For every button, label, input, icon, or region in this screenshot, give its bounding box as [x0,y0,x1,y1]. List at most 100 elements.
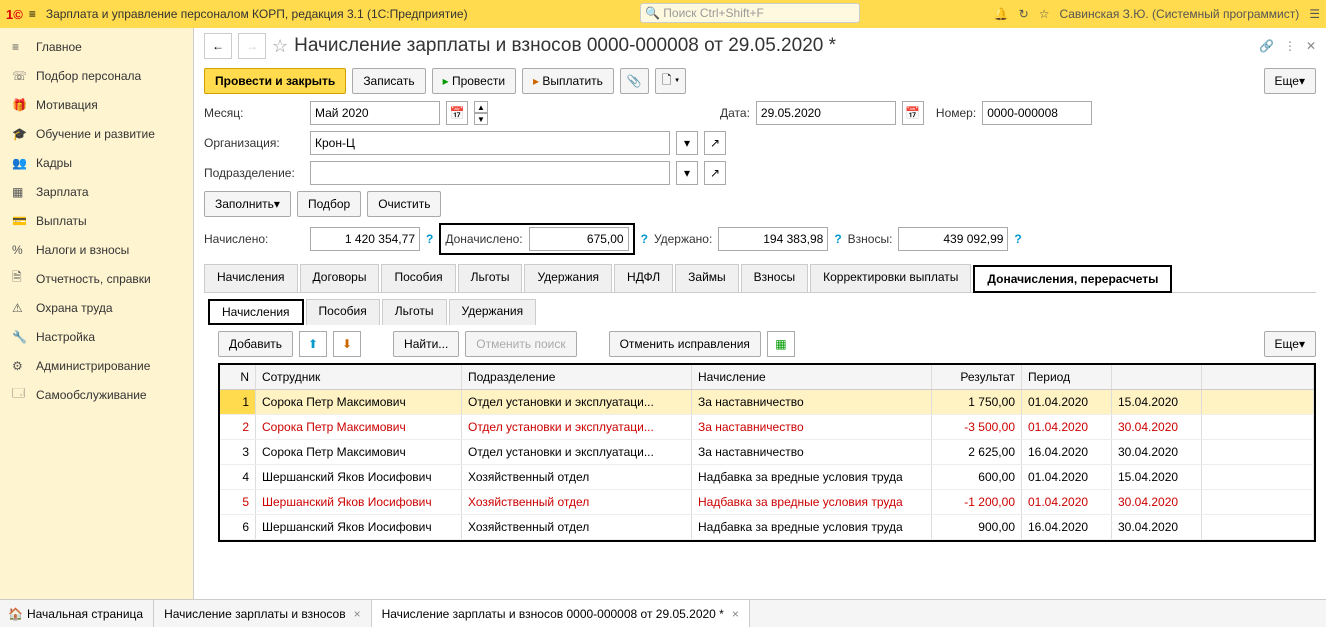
star-icon[interactable]: ☆ [1039,7,1050,21]
help-icon[interactable]: ? [834,232,841,246]
columns-button[interactable]: ▦ [767,331,795,357]
sidebar-item[interactable]: 👥Кадры [0,148,193,177]
tab[interactable]: НДФЛ [614,264,673,292]
pay-button[interactable]: ▸ Выплатить [522,68,614,94]
dep-open[interactable]: ↗ [704,161,726,185]
tab[interactable]: Пособия [381,264,455,292]
subtab[interactable]: Начисления [208,299,304,325]
menu-icon[interactable]: ≡ [29,7,36,21]
sidebar-item[interactable]: ▦Зарплата [0,177,193,206]
sidebar-item[interactable]: 🎁Мотивация [0,90,193,119]
close-icon[interactable]: × [732,607,739,621]
table-more-button[interactable]: Еще ▾ [1264,331,1316,357]
table-row[interactable]: 4Шершанский Яков ИосифовичХозяйственный … [220,465,1314,490]
month-down[interactable]: ▼ [474,113,488,125]
table-row[interactable]: 1Сорока Петр МаксимовичОтдел установки и… [220,390,1314,415]
post-button[interactable]: ▸ Провести [432,68,516,94]
date-calendar-icon[interactable]: 📅 [902,101,924,125]
tab[interactable]: Льготы [458,264,523,292]
add-row-button[interactable]: Добавить [218,331,293,357]
org-dropdown[interactable]: ▾ [676,131,698,155]
col-n[interactable]: N [220,365,256,389]
table-row[interactable]: 6Шершанский Яков ИосифовичХозяйственный … [220,515,1314,540]
extra-value [529,227,629,251]
attach-button[interactable]: 📎 [620,68,649,94]
dep-field[interactable] [310,161,670,185]
sidebar-item[interactable]: %Налоги и взносы [0,235,193,264]
tab[interactable]: Начисления [204,264,298,292]
sidebar-label: Кадры [36,156,72,170]
bottom-tab[interactable]: Начисление зарплаты и взносов× [154,600,372,627]
move-up-button[interactable]: ⬆ [299,331,327,357]
col-accrual[interactable]: Начисление [692,365,932,389]
forward-button[interactable]: → [238,33,266,59]
close-icon[interactable]: × [354,607,361,621]
select-button[interactable]: Подбор [297,191,361,217]
close-icon[interactable]: ✕ [1306,39,1316,53]
find-button[interactable]: Найти... [393,331,459,357]
tab[interactable]: Займы [675,264,739,292]
reports-button[interactable]: 🗋 ▾ [655,68,686,94]
org-open[interactable]: ↗ [704,131,726,155]
dep-dropdown[interactable]: ▾ [676,161,698,185]
sidebar-item[interactable]: ⚠Охрана труда [0,293,193,322]
sidebar-label: Администрирование [36,359,150,373]
sidebar-item[interactable]: ⚙Администрирование [0,351,193,380]
clear-button[interactable]: Очистить [367,191,441,217]
bell-icon[interactable]: 🔔 [994,7,1009,21]
tab[interactable]: Удержания [524,264,612,292]
withheld-label: Удержано: [654,232,712,246]
subtab[interactable]: Пособия [306,299,380,325]
sidebar-item[interactable]: 🗔Самообслуживание [0,380,193,409]
org-label: Организация: [204,136,304,150]
col-period[interactable]: Период [1022,365,1112,389]
cancel-corrections-button[interactable]: Отменить исправления [609,331,761,357]
sidebar-icon: 👥 [12,156,36,170]
move-down-button[interactable]: ⬇ [333,331,361,357]
sidebar-item[interactable]: ☏Подбор персонала [0,61,193,90]
org-field[interactable] [310,131,670,155]
bottom-tab-active[interactable]: Начисление зарплаты и взносов 0000-00000… [372,600,750,627]
col-department[interactable]: Подразделение [462,365,692,389]
sidebar-item[interactable]: 🔧Настройка [0,322,193,351]
col-result[interactable]: Результат [932,365,1022,389]
date-field[interactable] [756,101,896,125]
col-employee[interactable]: Сотрудник [256,365,462,389]
more-menu-icon[interactable]: ⋮ [1284,39,1296,53]
subtab[interactable]: Льготы [382,299,447,325]
sidebar-icon: ⚠ [12,301,36,315]
fill-button[interactable]: Заполнить ▾ [204,191,291,217]
tab[interactable]: Корректировки выплаты [810,264,971,292]
sidebar-item[interactable]: 🎓Обучение и развитие [0,119,193,148]
tab[interactable]: Взносы [741,264,808,292]
table-row[interactable]: 2Сорока Петр МаксимовичОтдел установки и… [220,415,1314,440]
user-label[interactable]: Савинская З.Ю. (Системный программист) [1059,7,1299,21]
sidebar-label: Зарплата [36,185,89,199]
history-icon[interactable]: ↻ [1019,7,1029,21]
help-icon[interactable]: ? [641,232,648,246]
sidebar-item[interactable]: 🗎Отчетность, справки [0,264,193,293]
help-icon[interactable]: ? [1014,232,1021,246]
help-icon[interactable]: ? [426,232,433,246]
number-field[interactable] [982,101,1092,125]
search-input[interactable]: 🔍 Поиск Ctrl+Shift+F [640,3,860,23]
back-button[interactable]: ← [204,33,232,59]
month-field[interactable] [310,101,440,125]
save-button[interactable]: Записать [352,68,425,94]
link-icon[interactable]: 🔗 [1259,39,1274,53]
tab[interactable]: Договоры [300,264,380,292]
calendar-icon[interactable]: 📅 [446,101,468,125]
tab[interactable]: Доначисления, перерасчеты [973,265,1172,293]
favorite-icon[interactable]: ☆ [272,36,288,57]
post-and-close-button[interactable]: Провести и закрыть [204,68,346,94]
subtab[interactable]: Удержания [449,299,537,325]
sidebar-item[interactable]: ≡Главное [0,32,193,61]
table-row[interactable]: 5Шершанский Яков ИосифовичХозяйственный … [220,490,1314,515]
more-button[interactable]: Еще ▾ [1264,68,1316,94]
home-tab[interactable]: 🏠 Начальная страница [0,600,154,627]
sidebar-item[interactable]: 💳Выплаты [0,206,193,235]
contrib-label: Взносы: [848,232,893,246]
month-up[interactable]: ▲ [474,101,488,113]
table-row[interactable]: 3Сорока Петр МаксимовичОтдел установки и… [220,440,1314,465]
settings-icon[interactable]: ☰ [1309,7,1320,21]
